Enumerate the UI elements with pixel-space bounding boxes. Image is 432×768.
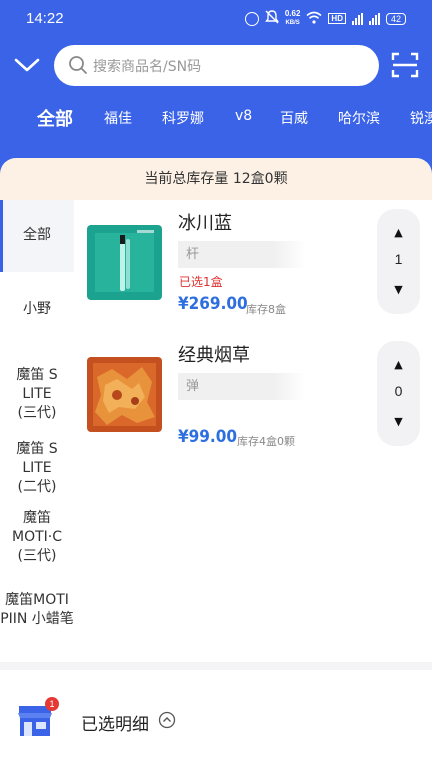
status-bar: 14:22 0.62 KB/S HD 42 (0, 0, 432, 36)
arrow-up-icon[interactable]: ▲ (377, 355, 420, 375)
arrow-down-icon[interactable]: ▼ (377, 412, 420, 432)
category-label: 魔笛MOTI (5, 592, 69, 608)
divider (0, 662, 432, 670)
arrow-up-icon[interactable]: ▲ (377, 223, 420, 243)
battery-icon: 42 (385, 12, 406, 25)
chevron-down-icon[interactable] (12, 52, 42, 78)
search-placeholder: 搜索商品名/SN码 (93, 59, 202, 75)
product-item[interactable]: 冰川蓝 杆 已选1盒 ¥269.00 库存8盒 ▲ 1 ▼ (74, 209, 432, 329)
hd-icon: HD (328, 13, 346, 24)
tab-brand[interactable]: 锐澳 (410, 108, 432, 128)
net-speed: 0.62 KB/S (285, 10, 301, 27)
category-label: 魔笛 S LITE (16, 441, 58, 476)
inventory-summary: 当前总库存量 12盒0颗 (0, 158, 432, 200)
category-label: (三代) (17, 548, 57, 564)
product-name: 经典烟草 (178, 345, 250, 366)
tab-brand[interactable]: 科罗娜 (162, 108, 204, 128)
category-item[interactable]: 魔笛 MOTI·C (三代) (0, 509, 74, 566)
net-speed-value: 0.62 (284, 9, 301, 18)
category-sidebar: 全部 小野 魔笛 S LITE (三代) 魔笛 S LITE (二代) 魔笛 M… (0, 200, 74, 665)
category-label: 魔笛 (23, 510, 51, 526)
bottom-bar: 1 已选明细 (0, 670, 432, 768)
category-label: MOTI·C (11, 529, 62, 545)
product-price: ¥269.00 (178, 294, 248, 314)
category-item[interactable]: 魔笛 S LITE (二代) (0, 440, 74, 497)
category-item[interactable]: 小野 (0, 300, 74, 319)
tab-brand[interactable]: 福佳 (104, 108, 132, 128)
quantity-value[interactable]: 0 (377, 383, 420, 399)
quantity-stepper: ▲ 0 ▼ (377, 341, 420, 446)
status-icons: 0.62 KB/S HD 42 (244, 9, 406, 28)
product-stock: 库存8盒 (246, 303, 286, 316)
product-name: 冰川蓝 (178, 213, 232, 234)
wifi-icon (306, 9, 322, 28)
signal-icon-2 (368, 12, 380, 25)
category-item[interactable]: 魔笛 S LITE (三代) (0, 366, 74, 423)
selected-note: 已选1盒 (179, 275, 223, 289)
product-stock: 库存4盒0颗 (237, 435, 295, 448)
quantity-value[interactable]: 1 (377, 251, 420, 267)
tab-brand[interactable]: 百威 (280, 108, 308, 128)
spec-tag: 杆 (178, 241, 306, 268)
cart-badge: 1 (45, 697, 59, 711)
arrow-down-icon[interactable]: ▼ (377, 280, 420, 300)
tab-brand[interactable]: 哈尔滨 (338, 108, 380, 128)
signal-icon (351, 12, 363, 25)
product-price: ¥99.00 (178, 427, 238, 447)
selected-detail-label[interactable]: 已选明细 (81, 710, 149, 735)
vape-pen-icon[interactable] (87, 225, 162, 300)
product-item[interactable]: 经典烟草 弹 ¥99.00 库存4盒0颗 ▲ 0 ▼ (74, 341, 432, 461)
spec-tag: 弹 (178, 373, 306, 400)
category-label: 全部 (23, 227, 51, 243)
category-label: 小野 (23, 301, 51, 317)
tab-brand[interactable]: v8 (235, 108, 252, 124)
quantity-stepper: ▲ 1 ▼ (377, 209, 420, 314)
category-label: PIIN 小蜡笔 (0, 611, 74, 627)
status-time: 14:22 (26, 10, 64, 27)
scan-icon[interactable] (390, 51, 420, 79)
category-item-all[interactable]: 全部 (0, 200, 74, 272)
brand-tabs: 全部 福佳 科罗娜 v8 百威 哈尔滨 锐澳 (0, 100, 432, 136)
category-label: 魔笛 S LITE (16, 367, 58, 402)
alarm-icon (244, 11, 259, 26)
chevron-up-icon[interactable] (158, 711, 176, 729)
search-input[interactable]: 搜索商品名/SN码 (54, 45, 379, 86)
tab-all[interactable]: 全部 (37, 105, 73, 131)
category-item[interactable]: 魔笛MOTI PIIN 小蜡笔 (0, 591, 74, 629)
category-label: (三代) (17, 405, 57, 421)
search-icon (68, 55, 88, 75)
header: 14:22 0.62 KB/S HD 42 搜索商品名/SN码 全部 福佳 科罗… (0, 0, 432, 178)
category-label: (二代) (17, 479, 57, 495)
net-speed-unit: KB/S (285, 20, 300, 26)
mute-icon (264, 9, 279, 28)
tobacco-icon[interactable] (87, 357, 162, 432)
